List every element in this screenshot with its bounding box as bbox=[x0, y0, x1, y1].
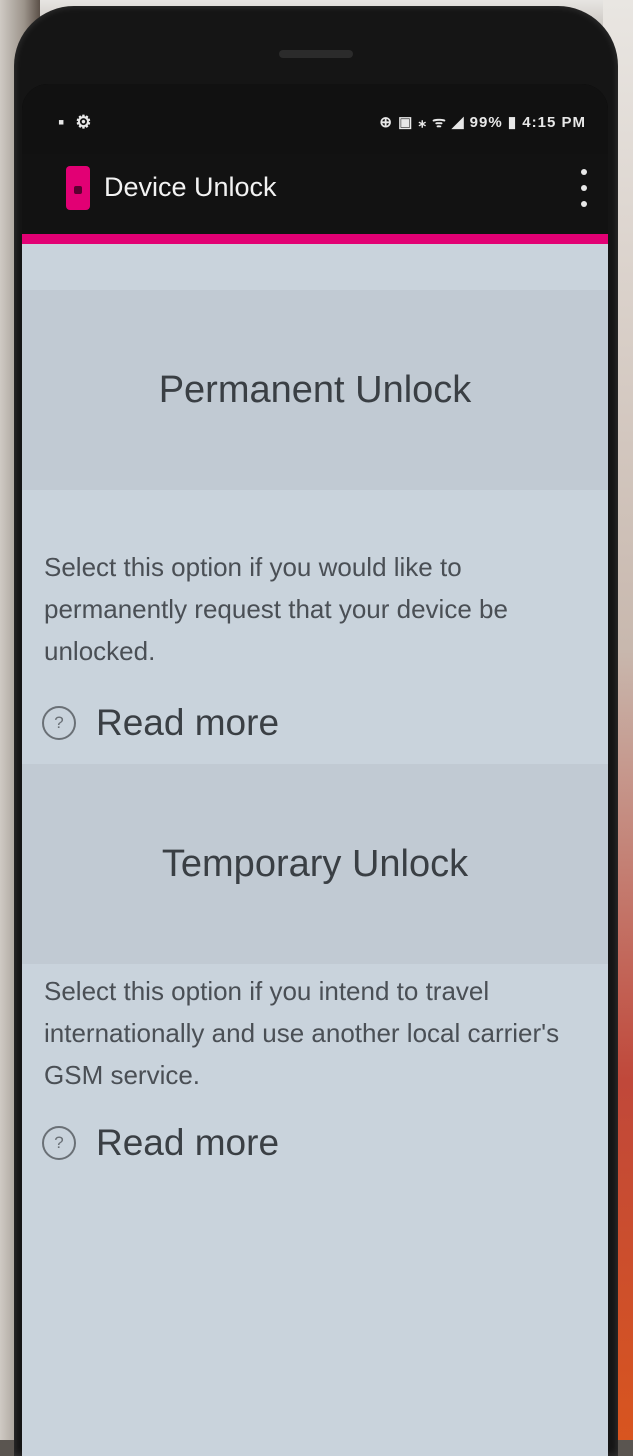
app-bar: Device Unlock bbox=[22, 154, 608, 234]
status-bar: ▪ ⚙ ⊕ ▣ ⁎ ᯤ ◢ 99% ▮ 4:15 PM bbox=[22, 84, 608, 154]
temporary-unlock-description: Select this option if you intend to trav… bbox=[44, 976, 560, 1090]
overflow-menu-icon[interactable] bbox=[572, 164, 596, 212]
read-more-label: Read more bbox=[96, 1122, 280, 1163]
read-more-label: Read more bbox=[96, 702, 280, 743]
t-mobile-app-icon bbox=[66, 166, 90, 210]
accent-bar bbox=[22, 234, 608, 244]
temporary-unlock-option[interactable]: Temporary Unlock bbox=[22, 764, 608, 964]
earpiece-speaker bbox=[279, 50, 353, 58]
permanent-unlock-description: Select this option if you would like to … bbox=[44, 552, 508, 666]
permanent-unlock-title: Permanent Unlock bbox=[158, 368, 472, 411]
phone-screen: ▪ ⚙ ⊕ ▣ ⁎ ᯤ ◢ 99% ▮ 4:15 PM Device Unloc… bbox=[22, 84, 608, 1456]
content-area: Permanent Unlock Select this option if y… bbox=[22, 244, 608, 1456]
status-notification-icons: ▪ ⚙ bbox=[58, 112, 95, 132]
permanent-unlock-option[interactable]: Permanent Unlock bbox=[22, 290, 608, 490]
permanent-read-more-link[interactable]: ? Read more bbox=[42, 702, 279, 744]
question-circle-icon: ? bbox=[42, 1126, 76, 1160]
temporary-unlock-title: Temporary Unlock bbox=[161, 842, 469, 885]
temporary-read-more-link[interactable]: ? Read more bbox=[42, 1122, 279, 1164]
status-system-icons: ⊕ ▣ ⁎ ᯤ ◢ 99% ▮ 4:15 PM bbox=[379, 114, 586, 131]
question-circle-icon: ? bbox=[42, 706, 76, 740]
phone-frame: ▪ ⚙ ⊕ ▣ ⁎ ᯤ ◢ 99% ▮ 4:15 PM Device Unloc… bbox=[14, 6, 618, 1456]
app-title: Device Unlock bbox=[104, 172, 277, 202]
